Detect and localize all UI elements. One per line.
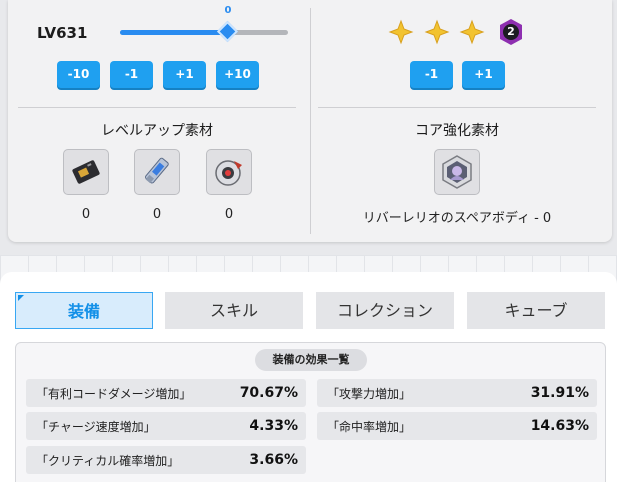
panel-divider	[310, 8, 311, 234]
stat-row: 「有利コードダメージ増加」 70.67%	[26, 379, 306, 407]
stat-name: 「クリティカル確率増加」	[36, 453, 180, 468]
spare-body-hexagon-icon	[442, 155, 472, 189]
level-slider[interactable]: 0	[120, 5, 288, 43]
level-slider-fill	[120, 30, 228, 35]
stat-row: 「命中率増加」 14.63%	[317, 412, 597, 440]
card-chip-icon	[72, 160, 100, 184]
star-icon	[388, 19, 414, 45]
star-icon	[459, 19, 485, 45]
stat-name: 「攻撃力増加」	[327, 386, 412, 401]
stat-value: 14.63%	[530, 418, 589, 434]
stat-value: 4.33%	[249, 418, 298, 434]
core-minus-1-button[interactable]: -1	[410, 61, 453, 88]
material-count: 0	[81, 207, 91, 222]
stat-value: 31.91%	[530, 385, 589, 401]
material-count: 0	[152, 207, 162, 222]
stat-name: 「チャージ速度増加」	[36, 419, 156, 434]
sphere-module-icon	[215, 160, 242, 186]
stat-value: 70.67%	[239, 385, 298, 401]
effects-title: 装備の効果一覧	[255, 349, 367, 371]
core-material-name: リバーレリオのスペアボディ - 0	[362, 211, 552, 226]
core-plus-1-button[interactable]: +1	[462, 61, 505, 88]
stat-row: 「攻撃力増加」 31.91%	[317, 379, 597, 407]
stat-name: 「命中率増加」	[327, 419, 412, 434]
material-usb-drive[interactable]	[134, 149, 180, 195]
section-divider-left	[18, 107, 296, 108]
tab-cube[interactable]: キューブ	[467, 292, 605, 329]
core-materials-title: コア強化素材	[415, 123, 499, 139]
level-slider-value: 0	[224, 5, 232, 16]
section-divider-right	[318, 107, 596, 108]
material-spare-body[interactable]	[434, 149, 480, 195]
tab-equipment[interactable]: 装備	[15, 292, 153, 329]
material-count: 0	[224, 207, 234, 222]
levelup-materials-title: レベルアップ素材	[101, 123, 213, 139]
stat-row: 「チャージ速度増加」 4.33%	[26, 412, 306, 440]
level-plus-1-button[interactable]: +1	[163, 61, 206, 88]
core-level-badge: 2	[507, 25, 515, 38]
tab-skill[interactable]: スキル	[165, 292, 303, 329]
tab-collection[interactable]: コレクション	[316, 292, 454, 329]
star-icon	[424, 19, 450, 45]
level-plus-10-button[interactable]: +10	[216, 61, 259, 88]
stat-name: 「有利コードダメージ増加」	[36, 386, 192, 401]
material-card-chip[interactable]	[63, 149, 109, 195]
stat-row: 「クリティカル確率増加」 3.66%	[26, 446, 306, 474]
level-minus-1-button[interactable]: -1	[110, 61, 153, 88]
stat-value: 3.66%	[249, 452, 298, 468]
material-sphere-module[interactable]	[206, 149, 252, 195]
level-minus-10-button[interactable]: -10	[57, 61, 100, 88]
usb-drive-icon	[145, 157, 169, 184]
level-label: LV631	[37, 24, 88, 42]
